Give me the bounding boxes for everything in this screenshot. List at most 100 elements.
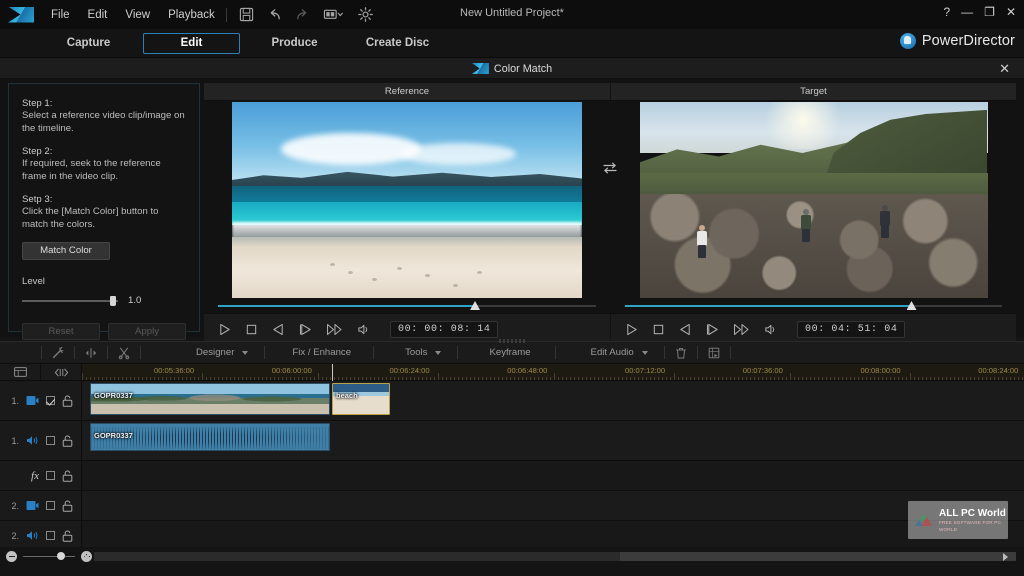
track-header-audio-1[interactable]: 1. [0,421,82,460]
color-match-close-button[interactable]: ✕ [999,61,1010,76]
settings-gear-icon[interactable] [357,7,373,22]
reference-seek-bar[interactable] [218,299,596,313]
scissors-icon[interactable] [117,346,131,360]
hiker-figure [800,209,812,243]
track-row-fx: fx [0,461,1024,491]
timeline-clip[interactable]: beach [332,383,390,415]
reset-button[interactable]: Reset [22,323,100,340]
target-seek-bar[interactable] [625,299,1002,313]
menu-item-file[interactable]: File [50,7,71,23]
match-color-button[interactable]: Match Color [22,242,110,260]
timeline-clip[interactable]: GOPR0337 [90,383,330,415]
split-marker-icon[interactable] [84,346,98,360]
scroll-left-arrow-icon[interactable] [84,553,89,561]
track-enable-checkbox[interactable] [46,501,55,510]
unlock-icon[interactable] [62,529,73,542]
target-preview[interactable] [611,101,1016,299]
menu-item-view[interactable]: View [124,7,151,23]
keyframe-button[interactable]: Keyframe [489,347,530,358]
track-body-video-1[interactable]: GOPR0337 beach [82,364,1024,420]
track-manager-icon[interactable] [0,364,41,380]
ruler-tick [394,377,395,380]
stop-icon[interactable] [652,323,665,336]
fast-forward-icon[interactable] [326,323,343,336]
track-body-audio-2[interactable] [82,521,1024,550]
tab-create-disc[interactable]: Create Disc [349,33,446,54]
previous-frame-icon[interactable] [272,323,285,336]
unlock-icon[interactable] [62,394,73,407]
track-header-audio-2[interactable]: 2. [0,521,82,550]
timeline-clip[interactable]: GOPR0337 [90,423,330,451]
target-video-frame [639,102,988,298]
tab-capture[interactable]: Capture [40,33,137,54]
previous-frame-icon[interactable] [679,323,692,336]
timeline-horizontal-scrollbar[interactable] [84,551,1016,562]
edit-audio-caret-icon[interactable] [641,350,648,355]
fast-forward-icon[interactable] [733,323,750,336]
ruler-tick [966,377,967,380]
unlock-icon[interactable] [62,499,73,512]
track-range-icon[interactable] [41,364,82,380]
stop-icon[interactable] [245,323,258,336]
play-icon[interactable] [218,323,231,336]
redo-icon[interactable] [295,7,310,22]
ruler-tick [538,377,539,380]
volume-icon[interactable] [764,323,777,336]
play-icon[interactable] [625,323,638,336]
fix-enhance-button[interactable]: Fix / Enhance [292,347,351,358]
track-enable-checkbox[interactable] [46,531,55,540]
magic-wand-icon[interactable] [51,346,65,360]
ruler-tick [846,377,847,380]
swap-arrows-icon[interactable] [602,161,618,175]
edit-audio-menu[interactable]: Edit Audio [591,347,634,358]
display-mode-icon[interactable] [323,7,345,22]
save-icon[interactable] [239,7,254,22]
tools-caret-icon[interactable] [435,350,442,355]
zoom-slider[interactable] [23,552,75,561]
unlock-icon[interactable] [62,469,73,482]
next-frame-icon[interactable] [299,323,312,336]
restore-button[interactable]: ❐ [984,5,995,19]
scroll-right-arrow-icon[interactable] [1003,553,1008,561]
timeline-ruler[interactable]: 00:05:36:00 00:06:00:00 00:06:24:00 00:06:4… [82,364,1024,381]
tab-produce[interactable]: Produce [246,33,343,54]
panel-resize-grip[interactable] [499,339,525,343]
track-body-audio-1[interactable]: GOPR0337 [82,421,1024,460]
menu-item-playback[interactable]: Playback [167,7,216,23]
reference-timecode[interactable]: 00: 00: 08: 14 [390,321,499,338]
track-enable-checkbox[interactable] [46,396,55,405]
undo-icon[interactable] [267,7,282,22]
level-slider[interactable] [22,295,118,306]
zoom-out-button[interactable] [6,551,17,562]
minimize-button[interactable]: — [961,5,973,19]
timeline-playhead[interactable] [332,364,333,381]
delete-icon[interactable] [674,346,688,360]
designer-caret-icon[interactable] [242,350,249,355]
zoom-slider-handle[interactable] [56,552,65,561]
track-body-fx[interactable] [82,461,1024,490]
horizontal-scroll-thumb[interactable] [620,552,1016,561]
snapshot-icon[interactable] [707,346,721,360]
menu-item-edit[interactable]: Edit [87,7,109,23]
track-header-video-1[interactable]: 1. [0,381,82,420]
ruler-tick [130,377,131,380]
tools-menu[interactable]: Tools [405,347,427,358]
target-timecode[interactable]: 00: 04: 51: 04 [797,321,906,338]
reference-preview[interactable] [204,101,610,299]
apply-button[interactable]: Apply [108,323,186,340]
next-frame-icon[interactable] [706,323,719,336]
track-body-video-2[interactable] [82,491,1024,520]
close-button[interactable]: ✕ [1006,5,1016,19]
tab-edit[interactable]: Edit [143,33,240,54]
track-enable-checkbox[interactable] [46,436,55,445]
ruler-tick [814,377,815,380]
track-enable-checkbox[interactable] [46,471,55,480]
title-bar: File Edit View Playback New Untitled Pro… [0,0,1024,29]
unlock-icon[interactable] [62,434,73,447]
help-button[interactable]: ? [943,5,950,19]
track-header-fx[interactable]: fx [0,461,82,490]
track-header-video-2[interactable]: 2. [0,491,82,520]
volume-icon[interactable] [357,323,370,336]
level-slider-handle[interactable] [110,295,116,306]
designer-menu[interactable]: Designer [196,347,234,358]
